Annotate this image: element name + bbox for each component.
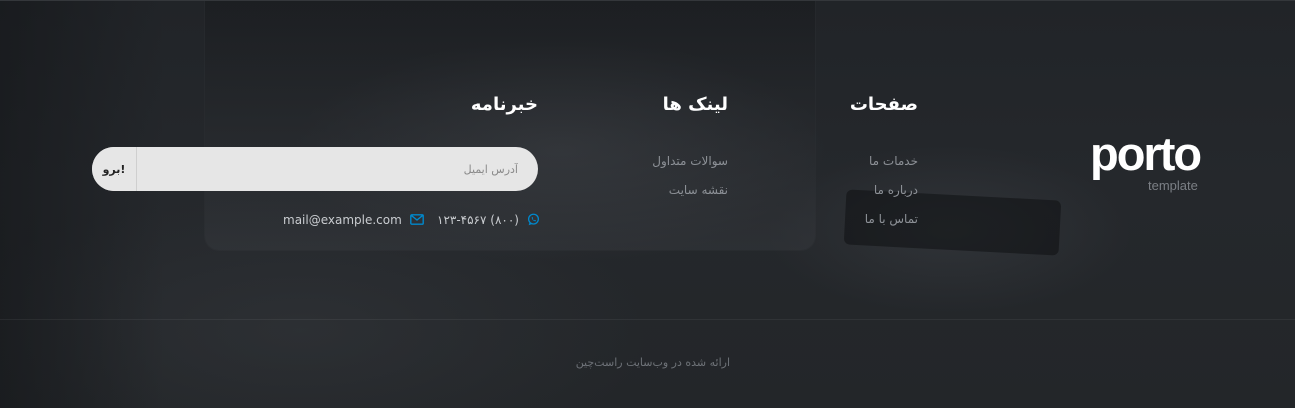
newsletter-submit-button[interactable]: برو! (92, 147, 137, 191)
pages-heading: صفحات (849, 94, 918, 115)
links-link-list: سوالات متداول نقشه سایت (652, 151, 728, 209)
newsletter-form: برو! (92, 147, 538, 191)
email-contact[interactable]: mail@example.com (283, 211, 424, 228)
background-image (0, 0, 1295, 408)
link-about-us[interactable]: درباره ما (874, 183, 918, 197)
porto-logo[interactable]: porto template (1090, 127, 1210, 198)
phone-number: (۸۰۰) ۱۲۳-۴۵۶۷ (437, 212, 519, 227)
pages-link-list: خدمات ما درباره ما تماس با ما (865, 151, 918, 238)
top-border (0, 0, 1295, 1)
link-faq[interactable]: سوالات متداول (652, 154, 728, 168)
link-sitemap[interactable]: نقشه سایت (669, 183, 728, 197)
email-input[interactable] (137, 147, 538, 191)
phone-contact[interactable]: (۸۰۰) ۱۲۳-۴۵۶۷ (437, 211, 540, 228)
footer-divider (0, 319, 1295, 320)
contact-email: mail@example.com (283, 212, 402, 227)
copyright-text: ارائه شده در وب‌سایت راست‌چین (575, 356, 730, 369)
link-contact-us[interactable]: تماس با ما (865, 212, 918, 226)
link-our-services[interactable]: خدمات ما (869, 154, 918, 168)
background-shade (0, 0, 165, 408)
logo-word: porto (1090, 127, 1202, 180)
envelope-icon (409, 214, 424, 225)
newsletter-heading: خبرنامه (470, 94, 538, 115)
whatsapp-icon (527, 213, 540, 226)
links-heading: لینک ها (662, 94, 728, 115)
logo-subtitle: template (1148, 178, 1198, 193)
